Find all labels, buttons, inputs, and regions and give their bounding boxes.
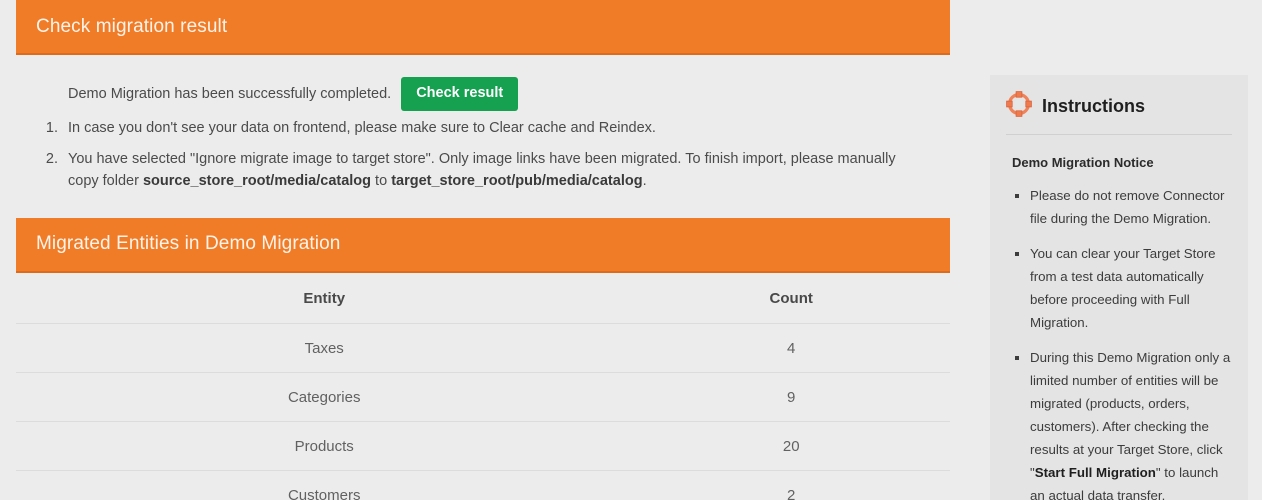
instruction-text-2: You can clear your Target Store from a t… [1030,246,1216,330]
notice-item-3-line2: copy folder source_store_root/media/cata… [68,170,950,192]
notice-item-3: You have selected "Ignore migrate image … [62,148,950,192]
cell-count: 9 [632,372,950,422]
entities-table: Entity Count Taxes 4 Categories 9 Produc… [16,272,950,500]
page-root: Check migration result Demo Migration ha… [0,0,1262,500]
column-header-count: Count [632,272,950,324]
table-row: Taxes 4 [16,323,950,373]
cell-count: 20 [632,421,950,471]
table-row: Products 20 [16,421,950,471]
list-item: You can clear your Target Store from a t… [1030,242,1232,334]
cell-entity: Taxes [16,323,633,373]
instructions-sidebar: Instructions Demo Migration Notice Pleas… [990,75,1248,500]
instructions-title: Instructions [1042,96,1146,116]
table-header-row: Entity Count [16,272,950,324]
instructions-header: Instructions [1006,91,1232,135]
migrated-entities-block: Migrated Entities in Demo Migration Enti… [16,217,950,500]
notice-item-1: Demo Migration has been successfully com… [62,77,950,111]
table-row: Categories 9 [16,372,950,422]
instruction-text-1: Please do not remove Connector file duri… [1030,188,1225,226]
target-path: target_store_root/pub/media/catalog [391,172,643,189]
table-row: Customers 2 [16,470,950,500]
cell-count: 2 [632,470,950,500]
notice-item-3-line1: You have selected "Ignore migrate image … [68,150,896,167]
column-header-entity: Entity [16,272,633,324]
migrated-entities-title: Migrated Entities in Demo Migration [36,233,341,255]
list-item: During this Demo Migration only a limite… [1030,346,1232,500]
cell-entity: Customers [16,470,633,500]
cell-entity: Products [16,421,633,471]
source-path: source_store_root/media/catalog [142,172,372,189]
notice-item-1-text: Demo Migration has been successfully com… [68,85,392,102]
notice-item-2-text: In case you don't see your data on front… [68,119,656,136]
notice-item-3-line2-prefix: copy folder [68,172,143,189]
notice-item-3-line2-middle: to [371,172,392,189]
migration-notice-list: Demo Migration has been successfully com… [16,55,950,192]
instructions-subtitle: Demo Migration Notice [1012,155,1154,170]
instruction-text-3-part1: During this Demo Migration only a limite… [1030,350,1231,480]
notice-item-2: In case you don't see your data on front… [62,117,950,139]
lifering-icon [1006,91,1032,122]
list-item: Please do not remove Connector file duri… [1030,184,1232,230]
cell-entity: Categories [16,372,633,422]
notice-item-3-line2-suffix: . [642,172,647,189]
migrated-entities-header: Migrated Entities in Demo Migration [16,217,950,273]
check-migration-result-header: Check migration result [16,0,950,55]
main-content-column: Check migration result Demo Migration ha… [16,0,950,500]
entities-table-wrapper: Entity Count Taxes 4 Categories 9 Produc… [16,272,950,500]
page-title: Check migration result [36,15,228,37]
cell-count: 4 [632,323,950,373]
instructions-list: Please do not remove Connector file duri… [1006,184,1232,500]
check-result-button[interactable]: Check result [401,77,519,111]
start-full-migration-label: Start Full Migration [1034,465,1156,480]
